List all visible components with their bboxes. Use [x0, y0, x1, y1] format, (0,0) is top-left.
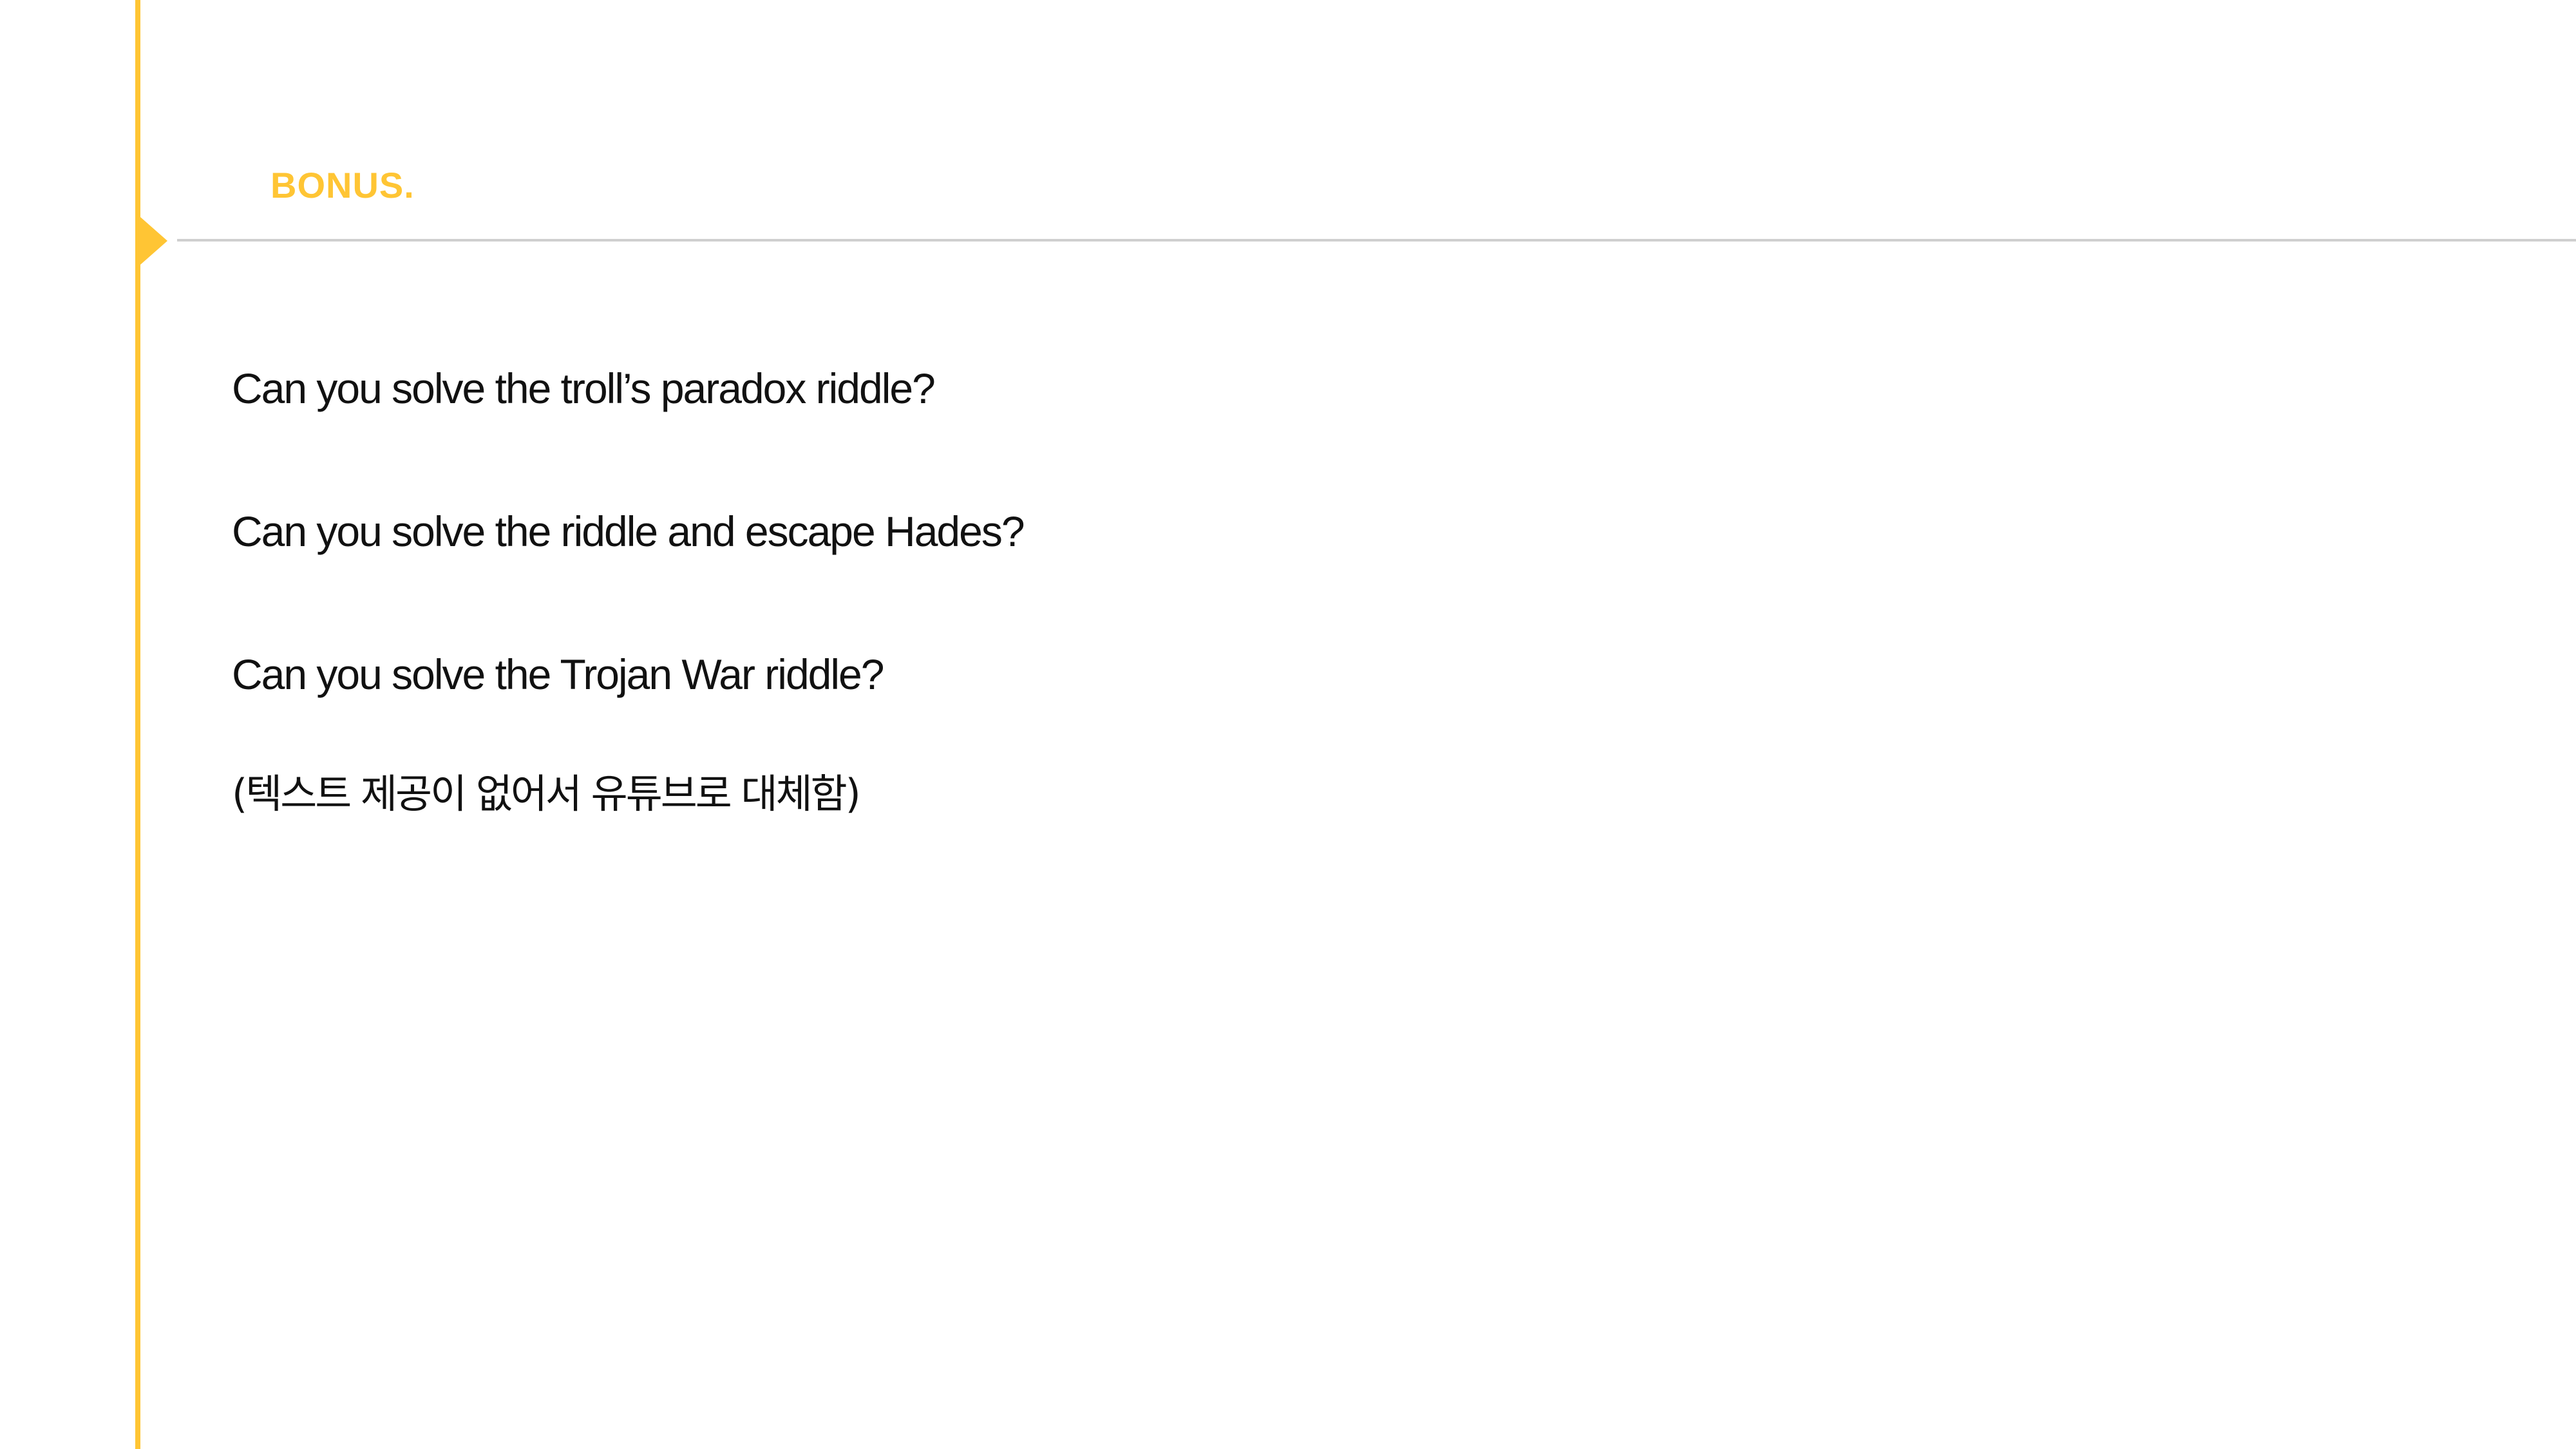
slide: BONUS. Can you solve the troll’s paradox… — [0, 0, 2576, 1449]
riddle-item-hades: Can you solve the riddle and escape Hade… — [232, 507, 1025, 555]
section-marker-triangle — [135, 213, 167, 269]
section-divider — [177, 239, 2576, 242]
note-text: (텍스트 제공이 없어서 유튜브로 대체함) — [232, 770, 861, 817]
riddle-item-troll: Can you solve the troll’s paradox riddle… — [232, 365, 936, 412]
section-title: BONUS. — [270, 165, 415, 205]
riddle-item-trojan-war: Can you solve the Trojan War riddle? — [232, 650, 884, 698]
